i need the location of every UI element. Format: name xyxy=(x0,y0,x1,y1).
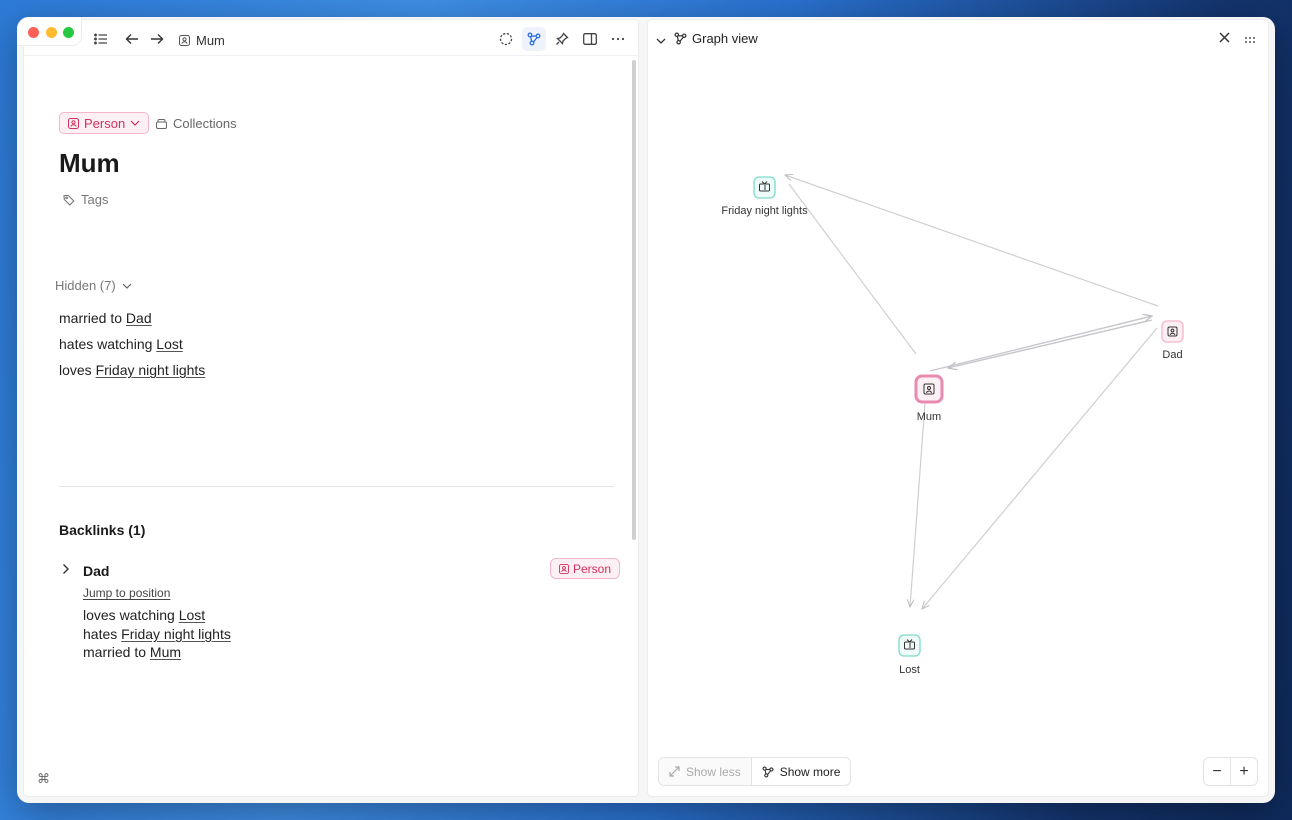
more-options-icon[interactable] xyxy=(608,29,628,49)
tag-icon xyxy=(63,194,75,206)
chevron-right-icon[interactable] xyxy=(62,562,70,580)
graph-title: Graph view xyxy=(674,31,758,46)
graph-header: Graph view xyxy=(648,20,1268,52)
dashed-circle-icon[interactable] xyxy=(496,29,516,49)
note-pane: Mum Person Collections Mum Tags Hidden (… xyxy=(24,20,638,796)
property-relation: married to xyxy=(59,310,123,326)
graph-edge xyxy=(948,319,1153,368)
graph-node-label: Lost xyxy=(899,664,920,676)
graph-edge xyxy=(922,327,1158,609)
app-window: Mum Person Collections Mum Tags Hidden (… xyxy=(17,17,1275,803)
backlink-type-chip[interactable]: Person xyxy=(550,558,621,579)
show-more-button[interactable]: Show more xyxy=(752,758,851,785)
backlink-link-friday-night-lights[interactable]: Friday night lights xyxy=(121,626,231,642)
property-link-friday-night-lights[interactable]: Friday night lights xyxy=(96,362,206,378)
tags-button[interactable]: Tags xyxy=(63,192,108,207)
graph-node-dad[interactable]: Dad xyxy=(1161,320,1184,361)
backlink-link-mum[interactable]: Mum xyxy=(150,644,181,660)
graph-edge xyxy=(910,402,926,607)
graph-edge xyxy=(929,316,1152,372)
graph-edge xyxy=(785,175,1159,307)
tags-label: Tags xyxy=(81,192,109,207)
backlink-row: married to Mum xyxy=(83,644,181,660)
graph-node-label: Mum xyxy=(917,411,941,423)
property-link-dad[interactable]: Dad xyxy=(126,310,152,326)
backlink-type-label: Person xyxy=(573,561,612,576)
zoom-controls: − + xyxy=(1203,757,1258,786)
chevron-down-icon xyxy=(122,283,132,289)
back-arrow-icon[interactable] xyxy=(122,29,142,49)
graph-depth-controls: Show less Show more xyxy=(658,757,852,786)
hidden-properties-toggle[interactable]: Hidden (7) xyxy=(55,278,132,293)
property-link-lost[interactable]: Lost xyxy=(156,336,182,352)
grip-icon[interactable] xyxy=(1244,31,1256,49)
show-less-label: Show less xyxy=(686,764,741,779)
graph-canvas[interactable]: Friday night lights Dad Mum Lost xyxy=(648,52,1268,752)
person-icon xyxy=(559,563,569,574)
backlink-row: loves watching Lost xyxy=(83,607,205,623)
graph-title-label: Graph view xyxy=(692,31,758,46)
graph-edge xyxy=(788,183,917,355)
graph-view-toggle-icon[interactable] xyxy=(522,27,546,51)
show-less-button[interactable]: Show less xyxy=(659,758,752,785)
page-title[interactable]: Mum xyxy=(59,148,120,179)
note-toolbar: Mum xyxy=(24,20,638,56)
list-icon[interactable] xyxy=(91,29,111,49)
type-chip[interactable]: Person xyxy=(59,112,150,134)
jump-to-position-link[interactable]: Jump to position xyxy=(83,586,170,600)
graph-node-lost[interactable]: Lost xyxy=(898,634,921,676)
type-chip-label: Person xyxy=(84,115,126,131)
backlink-relation: hates xyxy=(83,626,118,642)
zoom-in-button[interactable]: + xyxy=(1231,758,1257,785)
graph-icon xyxy=(674,32,687,45)
collapse-chevron-icon[interactable] xyxy=(656,31,666,49)
zoom-out-button[interactable]: − xyxy=(1204,758,1231,785)
close-icon[interactable] xyxy=(1219,30,1230,48)
sidebar-toggle-icon[interactable] xyxy=(580,29,600,49)
collection-icon xyxy=(156,119,167,129)
backlink-title[interactable]: Dad xyxy=(83,563,109,579)
command-icon[interactable]: ⌘ xyxy=(37,771,50,787)
graph-pane: Graph view Friday night lights Dad Mum L… xyxy=(648,20,1268,796)
section-divider xyxy=(59,486,614,487)
property-relation: loves xyxy=(59,362,92,378)
property-row: married to Dad xyxy=(59,310,152,326)
backlink-link-lost[interactable]: Lost xyxy=(179,607,205,623)
collections-button[interactable]: Collections xyxy=(156,116,237,131)
close-window-button[interactable] xyxy=(28,27,39,38)
graph-node-label: Dad xyxy=(1162,349,1182,361)
backlinks-heading: Backlinks (1) xyxy=(59,522,146,538)
forward-arrow-icon[interactable] xyxy=(147,29,167,49)
chevron-down-icon xyxy=(130,120,140,126)
person-icon xyxy=(179,35,190,46)
show-more-label: Show more xyxy=(779,764,841,779)
graph-icon xyxy=(762,765,774,778)
collapse-arrows-icon xyxy=(669,766,680,777)
backlink-relation: loves watching xyxy=(83,607,175,623)
graph-node-friday-night-lights[interactable]: Friday night lights xyxy=(721,176,808,217)
graph-node-label: Friday night lights xyxy=(721,205,808,217)
backlink-relation: married to xyxy=(83,644,147,660)
zoom-window-button[interactable] xyxy=(63,27,74,38)
window-controls xyxy=(17,17,81,45)
graph-node-mum[interactable]: Mum xyxy=(914,374,944,423)
scrollbar[interactable] xyxy=(632,60,636,540)
collections-label: Collections xyxy=(173,116,237,131)
backlink-row: hates Friday night lights xyxy=(83,626,231,642)
minimize-window-button[interactable] xyxy=(46,27,57,38)
pin-icon[interactable] xyxy=(552,29,572,49)
property-row: loves Friday night lights xyxy=(59,362,205,378)
breadcrumb-label: Mum xyxy=(196,33,225,48)
property-relation: hates watching xyxy=(59,336,153,352)
property-row: hates watching Lost xyxy=(59,336,183,352)
hidden-properties-label: Hidden (7) xyxy=(55,278,116,293)
person-icon xyxy=(68,117,79,129)
breadcrumb[interactable]: Mum xyxy=(179,33,225,48)
